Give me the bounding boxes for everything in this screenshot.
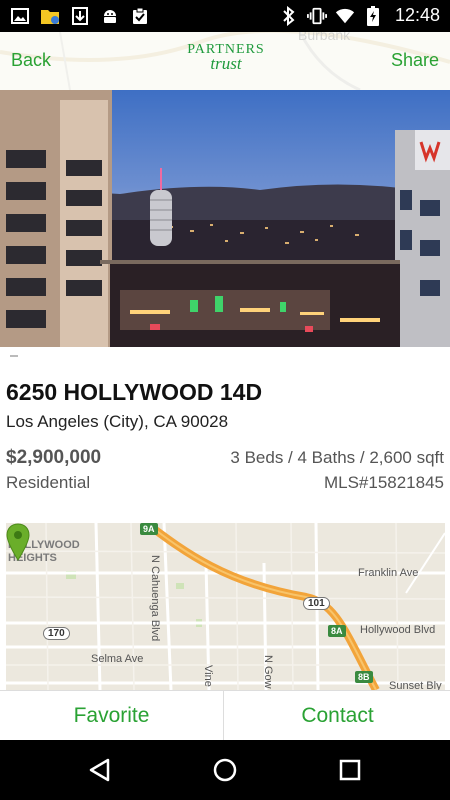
wifi-icon [335, 6, 355, 26]
exit-shield-8b: 8B [355, 671, 373, 683]
location-map[interactable]: HOLLYWOOD HEIGHTS Franklin Ave Hollywood… [6, 523, 445, 690]
property-type: Residential [6, 473, 91, 492]
status-bar: 12:48 [0, 0, 450, 32]
download-icon [70, 6, 90, 26]
image-icon [10, 6, 30, 26]
app-header: Burbank Back PARTNERS trust Share [0, 32, 450, 90]
bluetooth-icon [279, 5, 299, 26]
property-address: 6250 HOLLYWOOD 14D [6, 379, 263, 405]
property-photo[interactable] [0, 90, 450, 347]
back-button[interactable]: Back [11, 50, 51, 71]
map-street-gower: N Gow [262, 655, 274, 689]
map-street-hollywood: Hollywood Blvd [360, 624, 436, 636]
nav-back-icon[interactable] [87, 757, 113, 783]
contact-button[interactable]: Contact [225, 691, 450, 741]
mls-number: MLS#15821845 [323, 473, 444, 492]
folder-icon [40, 6, 60, 26]
exit-shield-8a: 8A [328, 625, 346, 637]
status-time: 12:48 [394, 5, 440, 25]
route-shield-170: 170 [43, 627, 70, 640]
brand-logo: PARTNERS trust [186, 43, 266, 73]
map-street-vine: Vine [202, 665, 214, 687]
header-map-label: Burbank [298, 32, 351, 43]
photo-page-indicator [10, 355, 18, 357]
map-street-cahuenga: N Cahuenga Blvd [149, 555, 161, 642]
vibrate-icon [306, 6, 327, 26]
exit-shield-9a: 9A [140, 523, 158, 535]
property-city: Los Angeles (City), CA 90028 [6, 412, 229, 431]
map-street-selma: Selma Ave [91, 653, 144, 665]
map-street-sunset: Sunset Bly [389, 680, 442, 690]
favorite-button[interactable]: Favorite [0, 691, 224, 741]
share-button[interactable]: Share [391, 50, 439, 71]
system-navigation-bar [0, 740, 450, 800]
battery-charging-icon [363, 5, 383, 26]
action-bar: Favorite Contact [0, 690, 450, 741]
property-specs: 3 Beds / 4 Baths / 2,600 sqft [230, 448, 444, 467]
property-price: $2,900,000 [6, 447, 102, 468]
nav-home-icon[interactable] [212, 757, 238, 783]
nav-recents-icon[interactable] [337, 757, 363, 783]
map-pin-icon[interactable] [6, 523, 30, 561]
android-icon [100, 6, 120, 26]
route-shield-101: 101 [303, 597, 330, 610]
clipboard-check-icon [130, 6, 150, 26]
map-street-franklin: Franklin Ave [358, 567, 419, 579]
brand-logo-line2: trust [210, 54, 242, 73]
